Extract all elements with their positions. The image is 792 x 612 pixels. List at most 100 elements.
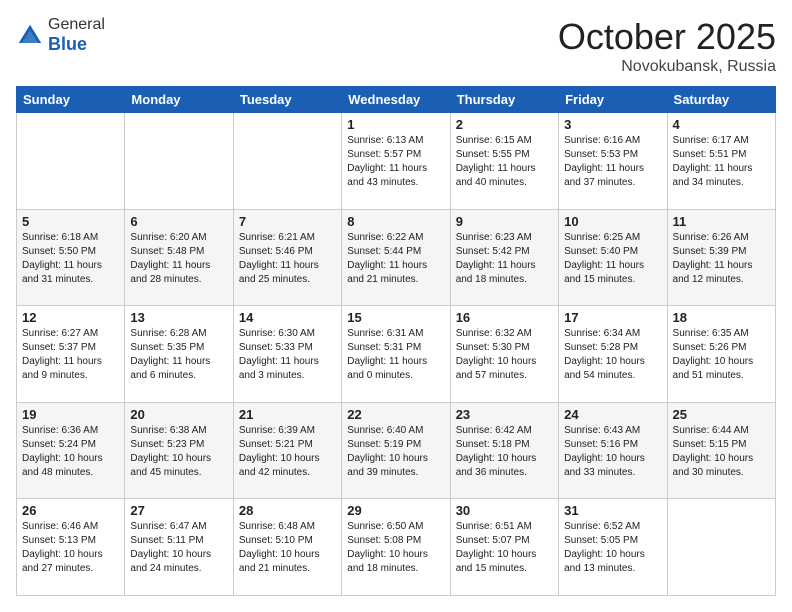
day-info: Sunrise: 6:32 AM Sunset: 5:30 PM Dayligh…: [456, 327, 553, 383]
day-number: 30: [456, 503, 553, 518]
day-number: 1: [347, 117, 444, 132]
calendar-day-cell: [667, 499, 775, 596]
calendar-day-cell: 11 Sunrise: 6:26 AM Sunset: 5:39 PM Dayli…: [667, 209, 775, 306]
day-info: Sunrise: 6:46 AM Sunset: 5:13 PM Dayligh…: [22, 520, 119, 576]
day-info: Sunrise: 6:23 AM Sunset: 5:42 PM Dayligh…: [456, 231, 553, 287]
weekday-header: Friday: [559, 87, 667, 113]
calendar-day-cell: [17, 113, 125, 210]
calendar-header-row: SundayMondayTuesdayWednesdayThursdayFrid…: [17, 87, 776, 113]
day-number: 14: [239, 310, 336, 325]
day-info: Sunrise: 6:25 AM Sunset: 5:40 PM Dayligh…: [564, 231, 661, 287]
day-number: 23: [456, 407, 553, 422]
day-info: Sunrise: 6:50 AM Sunset: 5:08 PM Dayligh…: [347, 520, 444, 576]
day-info: Sunrise: 6:48 AM Sunset: 5:10 PM Dayligh…: [239, 520, 336, 576]
day-info: Sunrise: 6:30 AM Sunset: 5:33 PM Dayligh…: [239, 327, 336, 383]
day-number: 15: [347, 310, 444, 325]
calendar-day-cell: 21 Sunrise: 6:39 AM Sunset: 5:21 PM Dayli…: [233, 402, 341, 499]
calendar-day-cell: 3 Sunrise: 6:16 AM Sunset: 5:53 PM Daylig…: [559, 113, 667, 210]
day-info: Sunrise: 6:47 AM Sunset: 5:11 PM Dayligh…: [130, 520, 227, 576]
page: General Blue October 2025 Novokubansk, R…: [0, 0, 792, 612]
calendar-day-cell: 15 Sunrise: 6:31 AM Sunset: 5:31 PM Dayli…: [342, 306, 450, 403]
logo-blue-text: Blue: [48, 34, 87, 54]
calendar-day-cell: 20 Sunrise: 6:38 AM Sunset: 5:23 PM Dayli…: [125, 402, 233, 499]
day-info: Sunrise: 6:26 AM Sunset: 5:39 PM Dayligh…: [673, 231, 770, 287]
day-number: 4: [673, 117, 770, 132]
calendar-day-cell: 2 Sunrise: 6:15 AM Sunset: 5:55 PM Daylig…: [450, 113, 558, 210]
header: General Blue October 2025 Novokubansk, R…: [16, 16, 776, 76]
calendar-day-cell: 23Sunrise: 6:42 AM Sunset: 5:18 PM Dayli…: [450, 402, 558, 499]
day-info: Sunrise: 6:22 AM Sunset: 5:44 PM Dayligh…: [347, 231, 444, 287]
day-number: 8: [347, 214, 444, 229]
day-number: 10: [564, 214, 661, 229]
day-info: Sunrise: 6:36 AM Sunset: 5:24 PM Dayligh…: [22, 424, 119, 480]
calendar-day-cell: 27Sunrise: 6:47 AM Sunset: 5:11 PM Dayli…: [125, 499, 233, 596]
calendar-table: SundayMondayTuesdayWednesdayThursdayFrid…: [16, 86, 776, 596]
calendar-day-cell: 13Sunrise: 6:28 AM Sunset: 5:35 PM Dayli…: [125, 306, 233, 403]
day-number: 16: [456, 310, 553, 325]
calendar-week-row: 12 Sunrise: 6:27 AM Sunset: 5:37 PM Dayli…: [17, 306, 776, 403]
day-info: Sunrise: 6:35 AM Sunset: 5:26 PM Dayligh…: [673, 327, 770, 383]
calendar-day-cell: 24Sunrise: 6:43 AM Sunset: 5:16 PM Dayli…: [559, 402, 667, 499]
day-number: 7: [239, 214, 336, 229]
calendar-week-row: 26 Sunrise: 6:46 AM Sunset: 5:13 PM Dayli…: [17, 499, 776, 596]
day-info: Sunrise: 6:31 AM Sunset: 5:31 PM Dayligh…: [347, 327, 444, 383]
day-info: Sunrise: 6:16 AM Sunset: 5:53 PM Dayligh…: [564, 134, 661, 190]
title-section: October 2025 Novokubansk, Russia: [558, 16, 776, 76]
day-info: Sunrise: 6:17 AM Sunset: 5:51 PM Dayligh…: [673, 134, 770, 190]
calendar-day-cell: 16 Sunrise: 6:32 AM Sunset: 5:30 PM Dayli…: [450, 306, 558, 403]
logo-icon: [16, 22, 44, 50]
day-number: 19: [22, 407, 119, 422]
calendar-day-cell: 30Sunrise: 6:51 AM Sunset: 5:07 PM Dayli…: [450, 499, 558, 596]
location: Novokubansk, Russia: [558, 58, 776, 76]
weekday-header: Monday: [125, 87, 233, 113]
logo: General Blue: [16, 16, 105, 55]
weekday-header: Tuesday: [233, 87, 341, 113]
calendar-week-row: 5Sunrise: 6:18 AM Sunset: 5:50 PM Daylig…: [17, 209, 776, 306]
day-number: 3: [564, 117, 661, 132]
calendar-day-cell: 1 Sunrise: 6:13 AM Sunset: 5:57 PM Daylig…: [342, 113, 450, 210]
day-info: Sunrise: 6:40 AM Sunset: 5:19 PM Dayligh…: [347, 424, 444, 480]
day-info: Sunrise: 6:28 AM Sunset: 5:35 PM Dayligh…: [130, 327, 227, 383]
day-info: Sunrise: 6:39 AM Sunset: 5:21 PM Dayligh…: [239, 424, 336, 480]
calendar-day-cell: 26 Sunrise: 6:46 AM Sunset: 5:13 PM Dayli…: [17, 499, 125, 596]
day-info: Sunrise: 6:34 AM Sunset: 5:28 PM Dayligh…: [564, 327, 661, 383]
weekday-header: Thursday: [450, 87, 558, 113]
day-number: 20: [130, 407, 227, 422]
calendar-day-cell: 22Sunrise: 6:40 AM Sunset: 5:19 PM Dayli…: [342, 402, 450, 499]
calendar-day-cell: [125, 113, 233, 210]
calendar-day-cell: 12 Sunrise: 6:27 AM Sunset: 5:37 PM Dayli…: [17, 306, 125, 403]
day-info: Sunrise: 6:52 AM Sunset: 5:05 PM Dayligh…: [564, 520, 661, 576]
day-number: 21: [239, 407, 336, 422]
calendar-day-cell: 6Sunrise: 6:20 AM Sunset: 5:48 PM Daylig…: [125, 209, 233, 306]
day-info: Sunrise: 6:13 AM Sunset: 5:57 PM Dayligh…: [347, 134, 444, 190]
calendar-day-cell: 10 Sunrise: 6:25 AM Sunset: 5:40 PM Dayli…: [559, 209, 667, 306]
weekday-header: Saturday: [667, 87, 775, 113]
day-number: 6: [130, 214, 227, 229]
calendar-day-cell: 25 Sunrise: 6:44 AM Sunset: 5:15 PM Dayli…: [667, 402, 775, 499]
calendar-day-cell: 14 Sunrise: 6:30 AM Sunset: 5:33 PM Dayli…: [233, 306, 341, 403]
day-info: Sunrise: 6:27 AM Sunset: 5:37 PM Dayligh…: [22, 327, 119, 383]
day-number: 18: [673, 310, 770, 325]
day-number: 25: [673, 407, 770, 422]
month-title: October 2025: [558, 16, 776, 58]
calendar-day-cell: 28 Sunrise: 6:48 AM Sunset: 5:10 PM Dayli…: [233, 499, 341, 596]
calendar-day-cell: 8 Sunrise: 6:22 AM Sunset: 5:44 PM Daylig…: [342, 209, 450, 306]
day-number: 29: [347, 503, 444, 518]
calendar-day-cell: 7 Sunrise: 6:21 AM Sunset: 5:46 PM Daylig…: [233, 209, 341, 306]
day-info: Sunrise: 6:38 AM Sunset: 5:23 PM Dayligh…: [130, 424, 227, 480]
calendar-day-cell: 29 Sunrise: 6:50 AM Sunset: 5:08 PM Dayli…: [342, 499, 450, 596]
day-info: Sunrise: 6:43 AM Sunset: 5:16 PM Dayligh…: [564, 424, 661, 480]
day-number: 2: [456, 117, 553, 132]
calendar-day-cell: 5Sunrise: 6:18 AM Sunset: 5:50 PM Daylig…: [17, 209, 125, 306]
day-info: Sunrise: 6:18 AM Sunset: 5:50 PM Dayligh…: [22, 231, 119, 287]
day-number: 28: [239, 503, 336, 518]
calendar-day-cell: 19 Sunrise: 6:36 AM Sunset: 5:24 PM Dayli…: [17, 402, 125, 499]
day-number: 12: [22, 310, 119, 325]
day-number: 26: [22, 503, 119, 518]
day-info: Sunrise: 6:44 AM Sunset: 5:15 PM Dayligh…: [673, 424, 770, 480]
day-number: 11: [673, 214, 770, 229]
day-info: Sunrise: 6:15 AM Sunset: 5:55 PM Dayligh…: [456, 134, 553, 190]
calendar-week-row: 19 Sunrise: 6:36 AM Sunset: 5:24 PM Dayli…: [17, 402, 776, 499]
calendar-day-cell: 17Sunrise: 6:34 AM Sunset: 5:28 PM Dayli…: [559, 306, 667, 403]
day-info: Sunrise: 6:21 AM Sunset: 5:46 PM Dayligh…: [239, 231, 336, 287]
